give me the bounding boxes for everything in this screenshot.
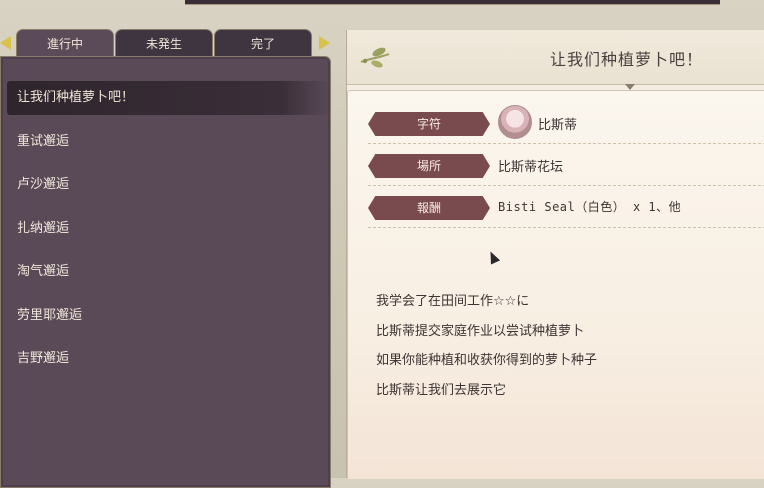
character-label: 字符 — [368, 112, 490, 136]
reward-row: 報酬 Bisti Seal（白色） x 1、他 — [348, 186, 764, 228]
location-value: 比斯蒂花坛 — [498, 160, 564, 175]
quest-item-retry-encounter[interactable]: 重试邂逅 — [1, 125, 330, 159]
quest-detail-header: 让我们种植萝卜吧！ — [347, 30, 764, 85]
quest-tabs: 進行中 未発生 完了 — [14, 29, 314, 58]
quest-item-yoshino-encounter[interactable]: 吉野邂逅 — [1, 342, 330, 376]
reward-value: Bisti Seal（白色） x 1、他 — [498, 200, 682, 214]
character-row: 字符 比斯蒂 — [348, 102, 764, 144]
tab-next-arrow-icon[interactable] — [319, 36, 330, 50]
tab-prev-arrow-icon[interactable] — [0, 36, 11, 50]
quest-list: 让我们种植萝卜吧！ 重试邂逅 卢沙邂逅 扎纳邂逅 淘气邂逅 劳里耶邂逅 吉野邂逅 — [1, 81, 330, 386]
reward-label: 報酬 — [368, 196, 490, 220]
top-frame-bar — [185, 0, 720, 5]
quest-item-plant-radish[interactable]: 让我们种植萝卜吧！ — [7, 81, 330, 115]
quest-item-zana-encounter[interactable]: 扎纳邂逅 — [1, 212, 330, 246]
quest-title: 让我们种植萝卜吧！ — [549, 50, 703, 69]
description-line: 比斯蒂让我们去展示它 — [376, 382, 507, 398]
quest-details: 字符 比斯蒂 場所 比斯蒂花坛 報酬 Bisti Seal（白色） x 1、他 … — [347, 90, 764, 479]
quest-item-naughty-encounter[interactable]: 淘气邂逅 — [1, 255, 330, 289]
location-row: 場所 比斯蒂花坛 — [348, 144, 764, 186]
tab-completed[interactable]: 完了 — [214, 29, 312, 57]
row-divider — [368, 227, 764, 228]
quest-description: 我学会了在田间工作☆☆に 比斯蒂提交家庭作业以尝试种植萝卜 如果你能种植和收获你… — [376, 287, 746, 405]
leaf-icon — [360, 47, 390, 68]
tab-in-progress[interactable]: 進行中 — [16, 29, 114, 58]
character-value: 比斯蒂 — [538, 118, 578, 133]
tab-not-started[interactable]: 未発生 — [115, 29, 213, 57]
quest-item-rusha-encounter[interactable]: 卢沙邂逅 — [1, 168, 330, 202]
description-line: 比斯蒂提交家庭作业以尝试种植萝卜 — [376, 323, 585, 339]
quest-item-laurier-encounter[interactable]: 劳里耶邂逅 — [1, 299, 330, 333]
description-line: 我学会了在田间工作☆☆に — [376, 294, 530, 309]
character-avatar — [498, 105, 532, 139]
location-label: 場所 — [368, 154, 490, 178]
quest-list-panel: 让我们种植萝卜吧！ 重试邂逅 卢沙邂逅 扎纳邂逅 淘气邂逅 劳里耶邂逅 吉野邂逅 — [0, 56, 331, 488]
description-line: 如果你能种植和收获你得到的萝卜种子 — [376, 353, 598, 368]
quest-detail-panel: 让我们种植萝卜吧！ 字符 比斯蒂 場所 比斯蒂花坛 報酬 Bisti Seal（… — [346, 30, 764, 479]
